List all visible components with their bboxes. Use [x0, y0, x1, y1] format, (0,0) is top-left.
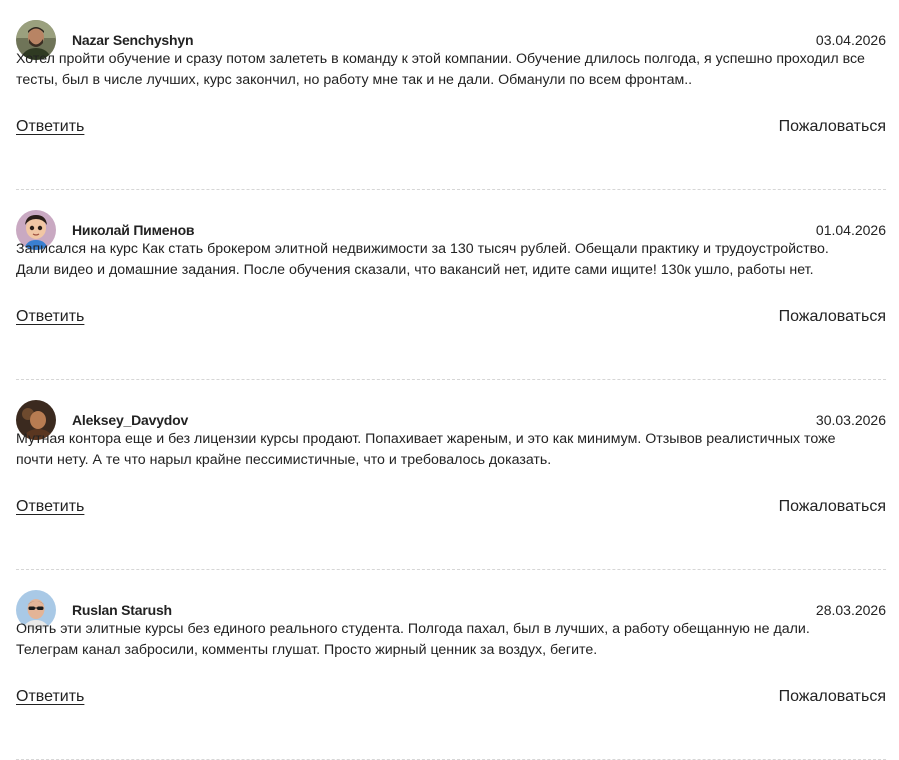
review-text: Опять эти элитные курсы без единого реал… — [16, 621, 810, 658]
review-actions: Ответить Пожаловаться — [16, 688, 886, 710]
review-author: Nazar Senchyshyn — [72, 32, 194, 48]
reviews-list: Nazar Senchyshyn 03.04.2026 Хотел пройти… — [0, 0, 899, 760]
review-author: Aleksey_Davydov — [72, 412, 189, 428]
review-text: Хотел пройти обучение и сразу потом зале… — [16, 51, 865, 88]
review-date: 28.03.2026 — [815, 602, 886, 618]
review-date: 03.04.2026 — [815, 32, 886, 48]
reply-link[interactable]: Ответить — [16, 118, 84, 136]
review-item: Aleksey_Davydov 30.03.2026 Мутная контор… — [16, 380, 886, 570]
report-link[interactable]: Пожаловаться — [779, 498, 886, 516]
report-link[interactable]: Пожаловаться — [779, 688, 886, 706]
reply-link[interactable]: Ответить — [16, 688, 84, 706]
review-author: Ruslan Starush — [72, 602, 172, 618]
review-text: Мутная контора еще и без лицензии курсы … — [16, 431, 836, 468]
review-item: Ruslan Starush 28.03.2026 Опять эти элит… — [16, 570, 886, 760]
report-link[interactable]: Пожаловаться — [779, 308, 886, 326]
report-link[interactable]: Пожаловаться — [779, 118, 886, 136]
reply-link[interactable]: Ответить — [16, 308, 84, 326]
review-item: Nazar Senchyshyn 03.04.2026 Хотел пройти… — [16, 0, 886, 190]
review-actions: Ответить Пожаловаться — [16, 498, 886, 520]
review-actions: Ответить Пожаловаться — [16, 308, 886, 330]
review-actions: Ответить Пожаловаться — [16, 118, 886, 140]
review-date: 30.03.2026 — [815, 412, 886, 428]
review-text: Записался на курс Как стать брокером эли… — [16, 241, 829, 278]
review-item: Николай Пименов 01.04.2026 Записался на … — [16, 190, 886, 380]
review-date: 01.04.2026 — [815, 222, 886, 238]
review-author: Николай Пименов — [72, 222, 195, 238]
reply-link[interactable]: Ответить — [16, 498, 84, 516]
